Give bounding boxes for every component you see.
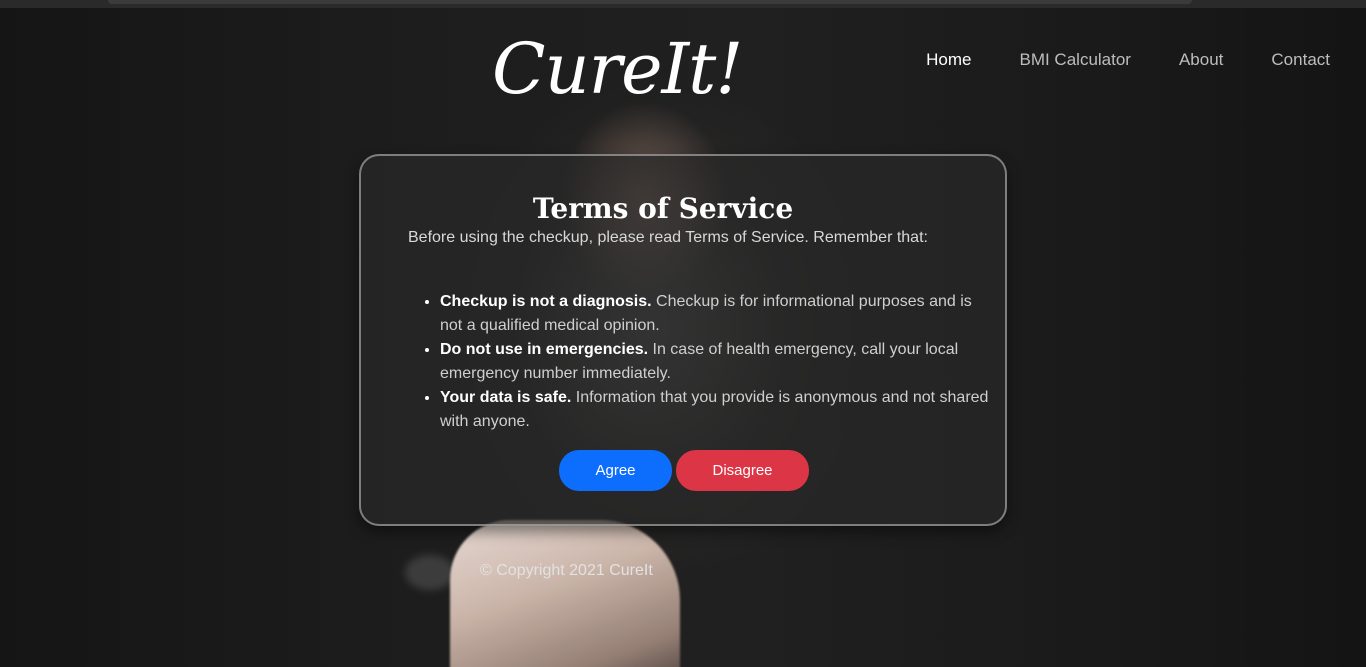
term-item: Checkup is not a diagnosis. Checkup is f… [440,290,990,338]
term-heading: Your data is safe. [440,389,572,406]
browser-address-bar-edge [108,0,1192,4]
terms-list: Checkup is not a diagnosis. Checkup is f… [408,290,990,434]
disagree-button[interactable]: Disagree [676,450,809,491]
term-heading: Checkup is not a diagnosis. [440,293,652,310]
nav-about[interactable]: About [1179,50,1223,70]
modal-button-row: Agree Disagree [559,450,809,491]
modal-title: Terms of Service [532,192,794,225]
nav-bmi-calculator[interactable]: BMI Calculator [1019,50,1130,70]
term-item: Your data is safe. Information that you … [440,386,990,434]
background-hand-image [450,520,680,667]
term-item: Do not use in emergencies. In case of he… [440,338,990,386]
term-heading: Do not use in emergencies. [440,341,649,358]
modal-intro: Before using the checkup, please read Te… [408,229,928,246]
terms-modal: Terms of Service Before using the checku… [359,154,1007,526]
browser-top-strip [0,0,1366,8]
agree-button[interactable]: Agree [559,450,672,491]
nav-contact[interactable]: Contact [1271,50,1330,70]
site-logo[interactable]: CureIt! [492,34,743,104]
footer-copyright: © Copyright 2021 CureIt [480,562,653,579]
background-shadow [405,555,455,590]
main-nav: Home BMI Calculator About Contact [878,50,1330,70]
page: CureIt! Home BMI Calculator About Contac… [0,0,1366,667]
nav-home[interactable]: Home [926,50,971,70]
